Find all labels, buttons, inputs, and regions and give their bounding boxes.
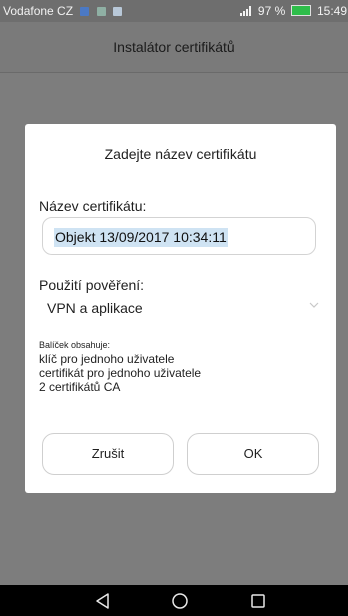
ok-button[interactable]: OK [187, 433, 319, 475]
certificate-name-value: Objekt 13/09/2017 10:34:11 [54, 228, 228, 247]
certificate-name-input[interactable]: Objekt 13/09/2017 10:34:11 [42, 217, 316, 255]
usage-select[interactable]: VPN a aplikace [39, 292, 323, 322]
package-label: Balíček obsahuje: [39, 340, 111, 350]
facebook-icon [80, 7, 90, 16]
name-label: Název certifikátu: [39, 198, 147, 214]
image-icon [113, 7, 123, 16]
navigation-bar [0, 585, 348, 616]
sms-icon [96, 7, 106, 16]
back-icon[interactable] [93, 591, 113, 611]
signal-icon [240, 6, 256, 18]
cancel-button[interactable]: Zrušit [42, 433, 174, 475]
app-title: Instalátor certifikátů [113, 39, 235, 55]
package-item: 2 certifikátů CA [39, 380, 121, 394]
status-right: 97 % 15:49 [240, 4, 347, 18]
battery-icon [290, 5, 311, 16]
package-item: klíč pro jednoho uživatele [39, 352, 175, 366]
certificate-name-dialog: Zadejte název certifikátu Název certifik… [25, 124, 336, 493]
app-bar: Instalátor certifikátů [0, 22, 348, 73]
recents-icon[interactable] [248, 591, 268, 611]
usage-label: Použití pověření: [39, 277, 145, 293]
chevron-down-icon [309, 302, 319, 308]
battery-percent: 97 % [257, 4, 286, 18]
package-item: certifikát pro jednoho uživatele [39, 366, 202, 380]
usage-select-value: VPN a aplikace [47, 300, 143, 316]
home-icon[interactable] [170, 591, 190, 611]
package-contents: klíč pro jednoho uživatele certifikát pr… [39, 352, 201, 394]
clock: 15:49 [316, 4, 347, 18]
carrier-name: Vodafone CZ [3, 4, 74, 18]
dialog-title: Zadejte název certifikátu [104, 146, 257, 162]
status-left: Vodafone CZ [3, 4, 123, 18]
status-bar: Vodafone CZ 97 % 15:49 [0, 0, 348, 22]
